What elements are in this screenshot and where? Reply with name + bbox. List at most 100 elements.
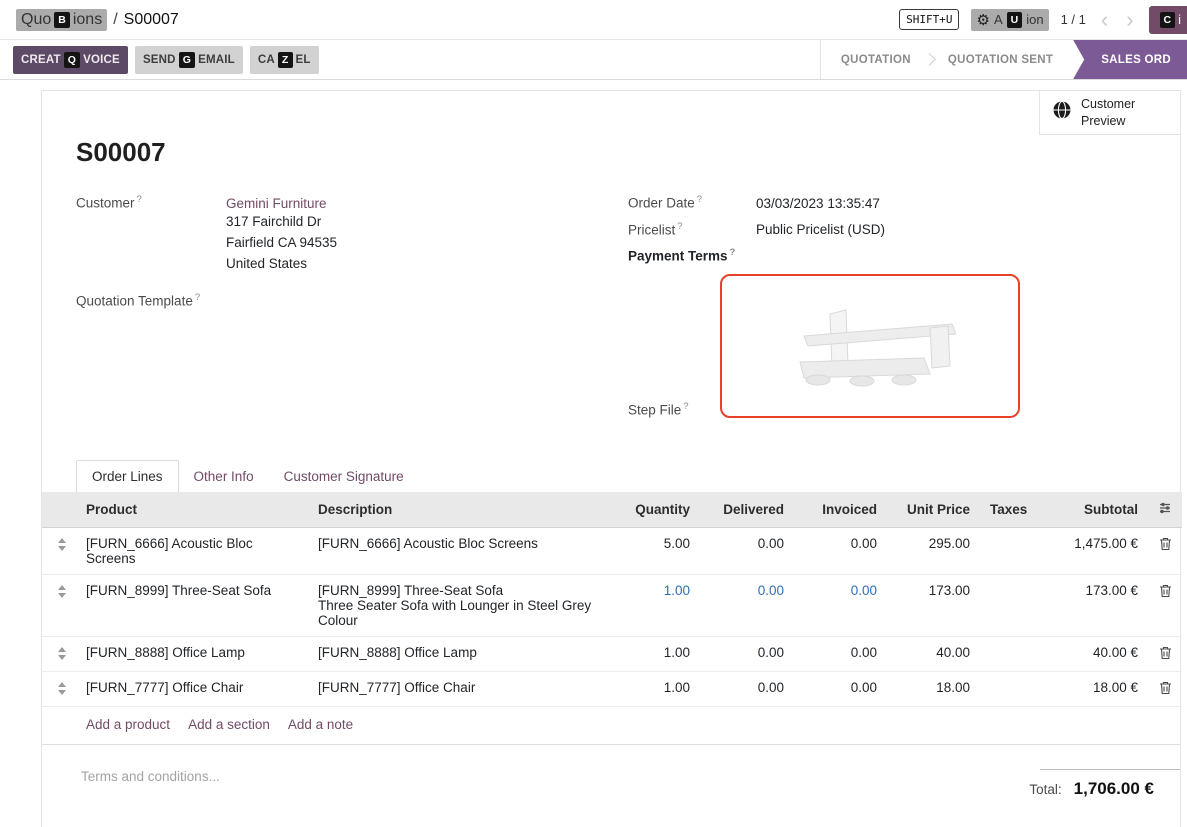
unit-price-cell[interactable]: 295.00 (887, 527, 980, 574)
quantity-cell[interactable]: 1.00 (608, 574, 700, 636)
taxes-column-header[interactable]: Taxes (980, 492, 1032, 528)
pricelist-field: Pricelist? Public Pricelist (USD) (628, 221, 1146, 238)
action-menu-label: A (994, 12, 1003, 27)
drag-handle-cell (42, 574, 76, 636)
quantity-cell[interactable]: 1.00 (608, 636, 700, 671)
breadcrumb-bar: QuoBions / S00007 SHIFT+U ⚙ A U ion 1 / … (0, 0, 1187, 40)
taxes-cell[interactable] (980, 671, 1032, 706)
send-email-button[interactable]: SENDGEMAIL (135, 46, 243, 74)
table-row: [FURN_6666] Acoustic Bloc Screens[FURN_6… (42, 527, 1182, 574)
hotkey-badge-c: C (1160, 12, 1176, 28)
add-a-product-link[interactable]: Add a product (86, 717, 170, 732)
description-cell[interactable]: [FURN_7777] Office Chair (308, 671, 608, 706)
status-step-quotation-sent[interactable]: QUOTATION SENT (928, 40, 1073, 79)
add-a-note-link[interactable]: Add a note (288, 717, 353, 732)
left-actions: CREATQVOICE SENDGEMAIL CAZEL (0, 40, 319, 79)
drag-handle-icon[interactable] (58, 647, 66, 660)
product-cell[interactable]: [FURN_7777] Office Chair (76, 671, 308, 706)
product-cell[interactable]: [FURN_8888] Office Lamp (76, 636, 308, 671)
delivered-cell[interactable]: 0.00 (700, 574, 794, 636)
delete-line-button[interactable] (1159, 584, 1172, 601)
cancel-button[interactable]: CAZEL (250, 46, 319, 74)
create-button[interactable]: Ci (1149, 6, 1187, 34)
hotkey-badge-g: G (179, 52, 195, 68)
create-invoice-button[interactable]: CREATQVOICE (13, 46, 128, 74)
drag-handle-cell (42, 671, 76, 706)
breadcrumb-separator: / (113, 11, 117, 29)
quantity-cell[interactable]: 1.00 (608, 671, 700, 706)
product-cell[interactable]: [FURN_8999] Three-Seat Sofa (76, 574, 308, 636)
product-cell[interactable]: [FURN_6666] Acoustic Bloc Screens (76, 527, 308, 574)
status-step-quotation[interactable]: QUOTATION (821, 40, 931, 79)
gear-icon: ⚙ (976, 11, 989, 29)
drag-handle-icon[interactable] (58, 682, 66, 695)
invoiced-cell[interactable]: 0.00 (794, 636, 887, 671)
taxes-cell[interactable] (980, 636, 1032, 671)
unit-price-cell[interactable]: 18.00 (887, 671, 980, 706)
tab-bar: Order LinesOther InfoCustomer Signature (76, 460, 1146, 492)
description-column-header[interactable]: Description (308, 492, 608, 528)
total-amount: 1,706.00 € (1074, 779, 1154, 799)
add-a-section-link[interactable]: Add a section (188, 717, 270, 732)
order-lines-table: Product Description Quantity Delivered I… (42, 492, 1182, 707)
topbar-right: SHIFT+U ⚙ A U ion 1 / 1 ‹ › Ci (899, 6, 1187, 34)
product-column-header[interactable]: Product (76, 492, 308, 528)
delivered-cell[interactable]: 0.00 (700, 636, 794, 671)
delete-line-button[interactable] (1159, 537, 1172, 554)
delivered-column-header[interactable]: Delivered (700, 492, 794, 528)
description-cell[interactable]: [FURN_8999] Three-Seat SofaThree Seater … (308, 574, 608, 636)
table-row: [FURN_7777] Office Chair[FURN_7777] Offi… (42, 671, 1182, 706)
pricelist-value[interactable]: Public Pricelist (USD) (756, 222, 885, 237)
tab-customer-signature[interactable]: Customer Signature (269, 461, 419, 492)
customer-address-line: United States (226, 253, 337, 274)
customer-link[interactable]: Gemini Furniture (226, 196, 327, 211)
order-date-value[interactable]: 03/03/2023 13:35:47 (756, 196, 880, 211)
pager-next-button[interactable]: › (1123, 9, 1136, 31)
drag-handle-icon[interactable] (58, 585, 66, 598)
total-label: Total: (1029, 782, 1061, 797)
delete-cell (1148, 636, 1182, 671)
quantity-column-header[interactable]: Quantity (608, 492, 700, 528)
quotation-template-field[interactable]: Quotation Template? (76, 292, 628, 309)
payment-terms-field[interactable]: Payment Terms? (628, 247, 1146, 264)
invoiced-cell[interactable]: 0.00 (794, 574, 887, 636)
subtotal-column-header[interactable]: Subtotal (1032, 492, 1148, 528)
unit-price-cell[interactable]: 40.00 (887, 636, 980, 671)
taxes-cell[interactable] (980, 574, 1032, 636)
button-label: VOICE (83, 54, 120, 66)
terms-placeholder[interactable]: Terms and conditions... (81, 769, 220, 799)
tab-order-lines[interactable]: Order Lines (76, 460, 179, 492)
invoiced-column-header[interactable]: Invoiced (794, 492, 887, 528)
delivered-cell[interactable]: 0.00 (700, 671, 794, 706)
quantity-cell[interactable]: 5.00 (608, 527, 700, 574)
unit-price-column-header[interactable]: Unit Price (887, 492, 980, 528)
invoiced-cell[interactable]: 0.00 (794, 671, 887, 706)
customer-preview-label: Customer Preview (1081, 96, 1135, 129)
button-label: CREAT (21, 54, 61, 66)
optional-columns-button[interactable] (1148, 492, 1182, 528)
description-cell[interactable]: [FURN_8888] Office Lamp (308, 636, 608, 671)
order-date-field: Order Date? 03/03/2023 13:35:47 (628, 194, 1146, 211)
payment-terms-label: Payment Terms? (628, 247, 756, 264)
delivered-cell[interactable]: 0.00 (700, 527, 794, 574)
table-row: [FURN_8888] Office Lamp[FURN_8888] Offic… (42, 636, 1182, 671)
pager-previous-button[interactable]: ‹ (1098, 9, 1111, 31)
tab-other-info[interactable]: Other Info (179, 461, 269, 492)
customer-preview-button[interactable]: Customer Preview (1039, 91, 1180, 135)
invoiced-cell[interactable]: 0.00 (794, 527, 887, 574)
breadcrumb-current: S00007 (124, 11, 179, 29)
table-header-row: Product Description Quantity Delivered I… (42, 492, 1182, 528)
taxes-cell[interactable] (980, 527, 1032, 574)
drag-handle-icon[interactable] (58, 538, 66, 551)
delete-line-button[interactable] (1159, 646, 1172, 663)
breadcrumb-quotations-link[interactable]: QuoBions (16, 9, 107, 31)
help-icon: ? (677, 221, 682, 232)
customer-address: 317 Fairchild DrFairfield CA 94535United… (226, 211, 337, 274)
step-file-preview[interactable] (720, 274, 1020, 418)
status-step-sales-ord[interactable]: SALES ORD (1073, 40, 1187, 79)
unit-price-cell[interactable]: 173.00 (887, 574, 980, 636)
button-label: EMAIL (198, 54, 235, 66)
description-cell[interactable]: [FURN_6666] Acoustic Bloc Screens (308, 527, 608, 574)
action-menu-button[interactable]: ⚙ A U ion (971, 9, 1048, 31)
delete-line-button[interactable] (1159, 681, 1172, 698)
